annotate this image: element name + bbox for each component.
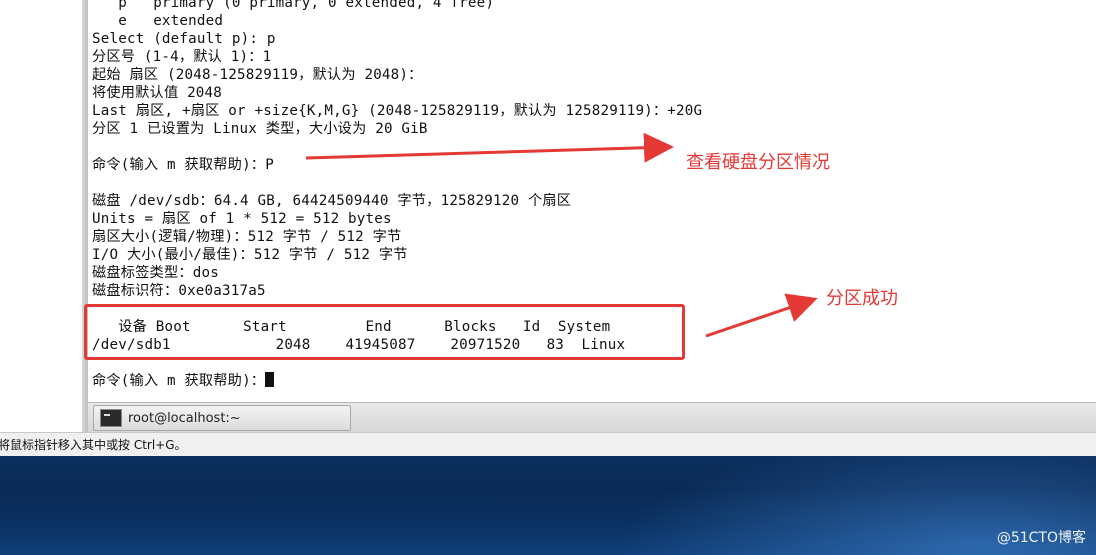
annotation-view-partition: 查看硬盘分区情况 bbox=[686, 152, 830, 173]
status-text: 将鼠标指针移入其中或按 Ctrl+G。 bbox=[0, 438, 187, 452]
watermark: @51CTO博客 bbox=[996, 530, 1086, 546]
io-size-line: I/O 大小(最小/最佳)：512 字节 / 512 字节 bbox=[92, 247, 408, 263]
terminal-prompt-line[interactable]: 命令(输入 m 获取帮助)： bbox=[92, 372, 275, 390]
desktop-background: @51CTO博客 bbox=[0, 456, 1096, 555]
disk-label-type-line: 磁盘标签类型：dos bbox=[92, 265, 219, 281]
terminal-line: p primary (0 primary, 0 extended, 4 free… bbox=[92, 0, 495, 11]
terminal-line: 分区号 (1-4，默认 1)：1 bbox=[92, 49, 272, 65]
partition-table-highlight bbox=[84, 304, 685, 360]
terminal-prompt-line: 命令(输入 m 获取帮助)：P bbox=[92, 157, 274, 173]
host-window-left-panel bbox=[0, 0, 82, 432]
disk-units-line: Units = 扇区 of 1 * 512 = 512 bytes bbox=[92, 211, 392, 227]
text-cursor bbox=[265, 372, 275, 387]
host-status-bar: 将鼠标指针移入其中或按 Ctrl+G。 bbox=[0, 432, 1096, 456]
terminal-line: Last 扇区, +扇区 or +size{K,M,G} (2048-12582… bbox=[92, 103, 703, 119]
annotation-partition-success: 分区成功 bbox=[826, 288, 898, 309]
disk-identifier-line: 磁盘标识符：0xe0a317a5 bbox=[92, 283, 266, 299]
taskbar-item-terminal[interactable]: root@localhost:~ bbox=[93, 405, 351, 431]
terminal-icon bbox=[100, 409, 122, 427]
terminal-line: 起始 扇区 (2048-125829119，默认为 2048)： bbox=[92, 67, 423, 83]
terminal-line: Select (default p): p bbox=[92, 31, 276, 47]
taskbar-item-label: root@localhost:~ bbox=[128, 410, 241, 426]
prompt-text: 命令(输入 m 获取帮助)： bbox=[92, 373, 266, 389]
terminal-line: 将使用默认值 2048 bbox=[92, 85, 223, 101]
terminal-line: e extended bbox=[92, 13, 224, 29]
guest-taskbar: root@localhost:~ bbox=[88, 402, 1096, 433]
sector-size-line: 扇区大小(逻辑/物理)：512 字节 / 512 字节 bbox=[92, 229, 402, 245]
terminal-line: 分区 1 已设置为 Linux 类型，大小设为 20 GiB bbox=[92, 121, 428, 137]
disk-info-line: 磁盘 /dev/sdb：64.4 GB, 64424509440 字节，1258… bbox=[92, 193, 572, 209]
